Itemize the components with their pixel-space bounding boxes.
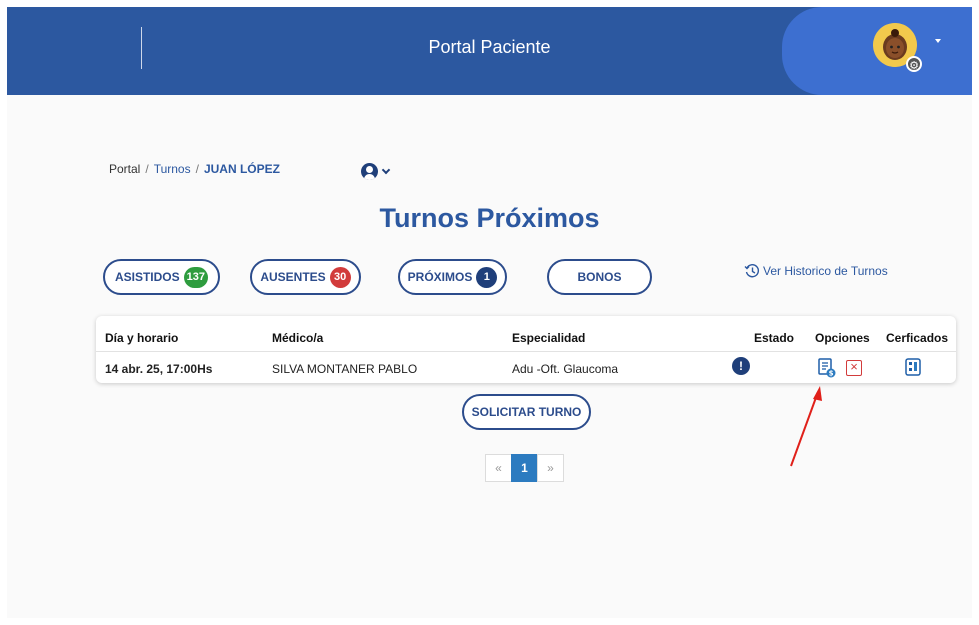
filter-label: ASISTIDOS xyxy=(114,270,180,284)
breadcrumb-current: JUAN LÓPEZ xyxy=(203,162,280,176)
cell-specialty: Adu -Oft. Glaucoma xyxy=(512,362,619,376)
request-appointment-button[interactable]: SOLICITAR TURNO xyxy=(462,394,591,430)
pagination: « 1 » xyxy=(485,454,564,482)
top-header: Portal Paciente ⚙ xyxy=(7,7,972,95)
breadcrumb-separator: / xyxy=(195,162,199,176)
count-badge: 30 xyxy=(329,266,351,288)
filter-ausentes-button[interactable]: AUSENTES 30 xyxy=(250,259,361,295)
filter-label: PRÓXIMOS xyxy=(407,270,473,284)
cancel-x-icon[interactable]: × xyxy=(846,360,862,376)
pagination-prev-button[interactable]: « xyxy=(485,454,512,482)
breadcrumb-separator: / xyxy=(145,162,149,176)
certificate-icon[interactable] xyxy=(905,358,921,376)
filter-bonos-button[interactable]: BONOS xyxy=(547,259,652,295)
cell-doctor: SILVA MONTANER PABLO xyxy=(272,362,418,376)
pagination-page-button[interactable]: 1 xyxy=(511,454,538,482)
portal-page: Portal Paciente ⚙ Portal / Turnos / JUAN LÓP… xyxy=(7,7,972,618)
history-clock-icon xyxy=(744,264,760,278)
user-avatar-button[interactable]: ⚙ xyxy=(873,23,927,77)
filter-proximos-button[interactable]: PRÓXIMOS 1 xyxy=(398,259,507,295)
history-link[interactable]: Ver Historico de Turnos xyxy=(744,263,888,279)
filter-label: AUSENTES xyxy=(260,270,326,284)
count-badge: 1 xyxy=(476,266,498,288)
column-header-certificates: Cerficados xyxy=(886,331,949,345)
chevron-down-icon xyxy=(381,165,391,174)
breadcrumb-turnos[interactable]: Turnos xyxy=(154,162,191,176)
receipt-payment-icon[interactable]: $ xyxy=(818,358,836,378)
history-link-label: Ver Historico de Turnos xyxy=(763,264,888,278)
count-badge: 137 xyxy=(183,266,209,288)
filter-label: BONOS xyxy=(577,270,622,284)
page-title: Turnos Próximos xyxy=(379,203,600,233)
svg-text:$: $ xyxy=(829,370,834,378)
appointments-table: Día y horario Médico/a Especialidad Esta… xyxy=(96,316,956,383)
patient-selector-button[interactable] xyxy=(361,161,397,181)
column-header-status: Estado xyxy=(754,331,795,345)
breadcrumb-portal[interactable]: Portal xyxy=(109,162,140,176)
user-icon xyxy=(361,162,378,180)
column-header-options: Opciones xyxy=(815,331,870,345)
gear-icon[interactable]: ⚙ xyxy=(906,56,922,72)
column-header-date: Día y horario xyxy=(105,331,179,345)
header-divider xyxy=(96,351,956,352)
column-header-doctor: Médico/a xyxy=(272,331,324,345)
caret-down-icon[interactable] xyxy=(935,39,941,43)
cell-date: 14 abr. 25, 17:00Hs xyxy=(105,362,213,376)
column-header-specialty: Especialidad xyxy=(512,331,586,345)
exclamation-icon[interactable]: ! xyxy=(732,357,750,375)
pagination-next-button[interactable]: » xyxy=(537,454,564,482)
filter-asistidos-button[interactable]: ASISTIDOS 137 xyxy=(103,259,220,295)
breadcrumb: Portal / Turnos / JUAN LÓPEZ xyxy=(109,162,280,176)
